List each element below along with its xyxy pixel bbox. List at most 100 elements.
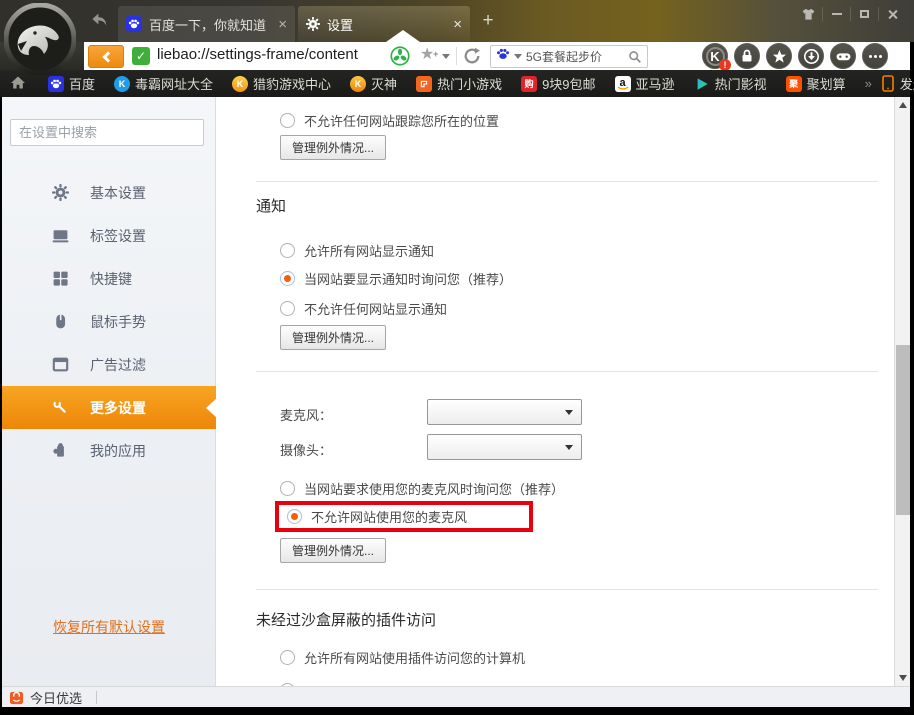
browser-window: 百度一下，你就知道 × 设置 × + ✓ liebao:/ xyxy=(0,0,914,715)
lock-button[interactable] xyxy=(734,43,760,69)
liebao-browser-logo[interactable] xyxy=(4,3,76,75)
close-button[interactable] xyxy=(879,5,906,23)
gear-icon xyxy=(52,184,69,201)
manage-exceptions-button[interactable]: 管理例外情况... xyxy=(280,135,386,160)
gou-icon: 购 xyxy=(521,76,537,92)
divider xyxy=(256,589,878,590)
titlebar-back-icon[interactable] xyxy=(88,10,110,30)
sidebar-item-ad-filter[interactable]: 广告过滤 xyxy=(2,343,216,386)
option-label: 不允许网站使用您的麦克风 xyxy=(311,507,467,526)
home-icon[interactable] xyxy=(10,75,26,93)
tab-baidu[interactable]: 百度一下，你就知道 × xyxy=(118,6,296,42)
radio-unchecked[interactable] xyxy=(280,301,295,316)
bookmark-star-icon[interactable]: ★+ xyxy=(420,45,434,65)
sidebar-item-hotkeys[interactable]: 快捷键 xyxy=(2,257,216,300)
window-controls xyxy=(795,4,906,24)
microphone-select[interactable] xyxy=(427,399,582,425)
settings-content: 不允许任何网站跟踪您所在的位置 管理例外情况... 通知 允许所有网站显示通知 … xyxy=(216,97,894,686)
sidebar-item-my-apps[interactable]: 我的应用 xyxy=(2,429,216,472)
toolbar: ✓ liebao://settings-frame/content ★+ 5G套… xyxy=(0,42,910,70)
toolbar-buttons: K ! xyxy=(702,43,888,69)
search-engine-dropdown-icon[interactable] xyxy=(514,54,522,59)
option-row[interactable]: 当网站要求使用您的麦克风时询问您（推荐） xyxy=(280,479,564,497)
tab-close-icon[interactable]: × xyxy=(453,17,462,32)
scrollbar-thumb[interactable] xyxy=(896,345,910,515)
more-menu-button[interactable] xyxy=(862,43,888,69)
accelerator-fan-icon[interactable] xyxy=(390,46,410,71)
download-button[interactable] xyxy=(798,43,824,69)
camera-select[interactable] xyxy=(427,434,582,460)
option-row[interactable]: 允许所有网站使用插件访问您的计算机 xyxy=(280,648,525,666)
sidebar-item-tab-settings[interactable]: 标签设置 xyxy=(2,214,216,257)
scroll-down-arrow-icon[interactable] xyxy=(895,670,911,686)
option-label: 允许所有网站显示通知 xyxy=(304,241,434,260)
sidebar-item-more-settings[interactable]: 更多设置 xyxy=(2,386,216,429)
send-to-phone[interactable]: 发送到手机 xyxy=(882,74,914,93)
minimize-button[interactable] xyxy=(823,5,850,23)
bookmark-dropdown-icon[interactable] xyxy=(442,54,450,59)
bookmark-liebao-game[interactable]: K 猎豹游戏中心 xyxy=(232,74,331,93)
video-play-icon xyxy=(694,76,710,92)
sidebar-item-mouse-gestures[interactable]: 鼠标手势 xyxy=(2,300,216,343)
bookmark-label: 灭神 xyxy=(371,74,397,93)
duba-k-icon: K xyxy=(114,76,130,92)
puzzle-icon xyxy=(52,442,69,459)
separator xyxy=(96,691,97,704)
search-box[interactable]: 5G套餐起步价 xyxy=(490,45,648,68)
option-label: 不允许任何网站显示通知 xyxy=(304,299,447,318)
active-tab-notch xyxy=(386,30,420,42)
bookmark-label: 毒霸网址大全 xyxy=(135,74,213,93)
manage-exceptions-button[interactable]: 管理例外情况... xyxy=(280,538,386,563)
radio-checked[interactable] xyxy=(280,271,295,286)
bookmark-amazon[interactable]: a 亚马逊 xyxy=(615,74,675,93)
radio-unchecked[interactable] xyxy=(280,113,295,128)
bookmark-video[interactable]: 热门影视 xyxy=(694,74,767,93)
option-row[interactable]: 不允许任何网站跟踪您所在的位置 xyxy=(280,111,499,129)
games-gamepad-button[interactable] xyxy=(830,43,856,69)
window-icon xyxy=(52,356,69,373)
section-title-notifications: 通知 xyxy=(256,195,286,216)
search-suggestion-text[interactable]: 5G套餐起步价 xyxy=(526,48,624,65)
bookmark-label: 热门小游戏 xyxy=(437,74,502,93)
radio-unchecked[interactable] xyxy=(280,481,295,496)
favorites-star-button[interactable] xyxy=(766,43,792,69)
tab-settings[interactable]: 设置 × xyxy=(298,6,470,42)
back-button[interactable] xyxy=(88,45,124,68)
reset-defaults-link[interactable]: 恢复所有默认设置 xyxy=(2,617,216,637)
skin-theme-icon[interactable] xyxy=(795,5,822,23)
bookmark-juhuasuan[interactable]: 聚 聚划算 xyxy=(786,74,846,93)
option-row[interactable]: 当网站要显示通知时询问您（推荐） xyxy=(280,269,512,287)
option-label: 允许所有网站使用插件访问您的计算机 xyxy=(304,648,525,667)
radio-unchecked[interactable] xyxy=(280,243,295,258)
maximize-button[interactable] xyxy=(851,5,878,23)
manage-exceptions-button[interactable]: 管理例外情况... xyxy=(280,325,386,350)
refresh-icon[interactable] xyxy=(463,47,481,70)
status-label[interactable]: 今日优选 xyxy=(30,688,82,707)
new-tab-button[interactable]: + xyxy=(476,9,500,33)
settings-search-input[interactable] xyxy=(10,119,204,146)
bookmarks-overflow-chevron[interactable]: » xyxy=(865,76,872,91)
option-row[interactable]: 允许所有网站显示通知 xyxy=(280,241,434,259)
sidebar-item-label: 鼠标手势 xyxy=(90,312,146,332)
scroll-up-arrow-icon[interactable] xyxy=(895,97,911,113)
magnifier-icon[interactable] xyxy=(628,50,642,64)
address-url[interactable]: liebao://settings-frame/content xyxy=(157,46,358,63)
radio-unchecked[interactable] xyxy=(280,650,295,665)
sidebar-item-basic-settings[interactable]: 基本设置 xyxy=(2,171,216,214)
site-safe-check-icon[interactable]: ✓ xyxy=(132,47,150,65)
bookmark-baidu[interactable]: 百度 xyxy=(48,74,95,93)
bookmark-duba[interactable]: K 毒霸网址大全 xyxy=(114,74,213,93)
bookmark-mieshen[interactable]: K 灭神 xyxy=(350,74,397,93)
bookmark-9kuai9[interactable]: 购 9块9包邮 xyxy=(521,74,595,93)
radio-checked[interactable] xyxy=(287,509,302,524)
vertical-scrollbar[interactable] xyxy=(894,97,910,686)
juhuasuan-icon: 聚 xyxy=(786,76,802,92)
shopping-bag-icon[interactable] xyxy=(9,690,24,705)
sidebar-item-label: 基本设置 xyxy=(90,183,146,203)
option-row[interactable]: 不允许任何网站显示通知 xyxy=(280,299,447,317)
microphone-label: 麦克风： xyxy=(280,405,332,424)
tab-close-icon[interactable]: × xyxy=(278,17,287,32)
kingsoft-k-button[interactable]: K ! xyxy=(702,43,728,69)
bookmark-minigames[interactable]: 热门小游戏 xyxy=(416,74,502,93)
baidu-search-icon xyxy=(496,47,510,66)
